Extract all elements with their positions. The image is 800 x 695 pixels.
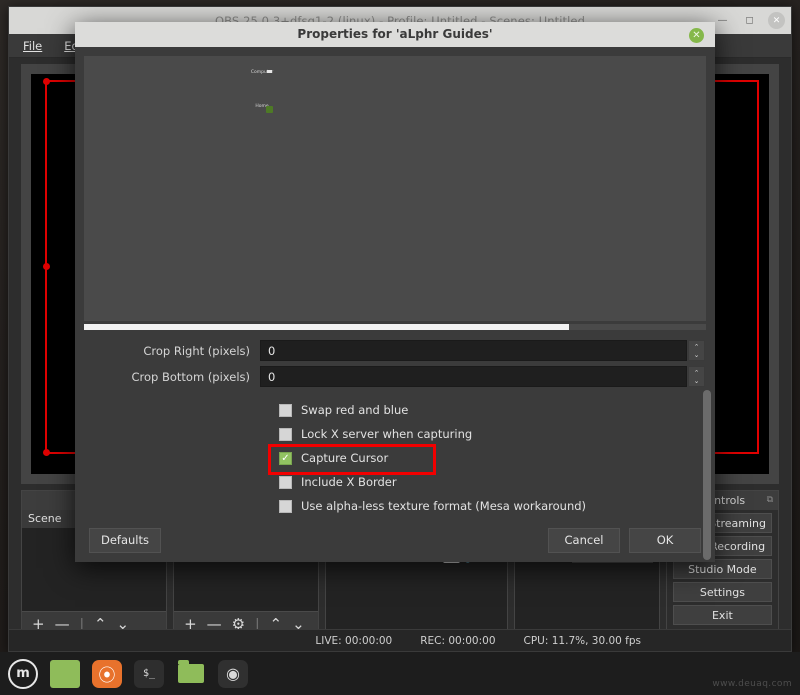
stepper-down-icon[interactable]: ⌄ xyxy=(694,351,700,359)
computer-icon: Computer xyxy=(249,70,275,76)
undock-icon[interactable]: ⧉ xyxy=(767,495,773,505)
crop-bottom-label: Crop Bottom (pixels) xyxy=(131,369,250,384)
home-folder-icon: Home xyxy=(249,104,275,110)
properties-dialog: Properties for 'aLphr Guides' ✕ Computer… xyxy=(75,22,715,562)
obs-icon[interactable]: ◉ xyxy=(218,659,248,688)
dialog-title: Properties for 'aLphr Guides' xyxy=(297,27,493,42)
stepper-up-icon[interactable]: ⌃ xyxy=(694,369,700,377)
checkbox-box[interactable] xyxy=(279,499,292,513)
obs-statusbar: LIVE: 00:00:00 REC: 00:00:00 CPU: 11.7%,… xyxy=(9,629,791,651)
stepper-up-icon[interactable]: ⌃ xyxy=(694,343,700,351)
crop-bottom-stepper[interactable]: ⌃ ⌄ xyxy=(688,366,705,388)
firefox-icon[interactable]: ⦿ xyxy=(92,659,122,688)
checkbox-box[interactable] xyxy=(279,475,292,489)
checkbox-box[interactable] xyxy=(279,403,292,417)
minimize-icon[interactable]: — xyxy=(714,12,731,29)
menu-file-label: File xyxy=(23,38,43,53)
status-rec: REC: 00:00:00 xyxy=(420,634,496,647)
taskbar: m ⦿ $_ ◉ xyxy=(0,652,800,695)
dialog-footer: Defaults Cancel OK xyxy=(75,518,715,562)
exit-button[interactable]: Exit xyxy=(672,605,773,625)
dialog-source-preview: Computer Home xyxy=(84,55,706,321)
checkbox-include-x-border[interactable]: Include X Border xyxy=(279,470,705,494)
resize-handle-top-left[interactable] xyxy=(43,78,50,85)
dialog-close-icon[interactable]: ✕ xyxy=(689,28,704,43)
checkbox-capture-cursor[interactable]: ✓ Capture Cursor xyxy=(268,444,705,476)
checkbox-swap-red-and-blue[interactable]: Swap red and blue xyxy=(279,398,705,422)
settings-button[interactable]: Settings xyxy=(672,582,773,602)
crop-bottom-input[interactable]: 0 xyxy=(260,366,687,388)
close-icon[interactable]: ✕ xyxy=(768,12,785,29)
maximize-icon[interactable]: ◻ xyxy=(741,12,758,29)
checkbox-box[interactable] xyxy=(279,427,292,441)
status-live: LIVE: 00:00:00 xyxy=(315,634,393,647)
menu-file[interactable]: File xyxy=(23,39,42,53)
crop-bottom-row: Crop Bottom (pixels) 0 ⌃ ⌄ xyxy=(75,364,705,389)
scrollbar-thumb[interactable] xyxy=(703,390,711,561)
cancel-button[interactable]: Cancel xyxy=(548,527,620,553)
mint-menu-icon[interactable]: m xyxy=(8,658,38,689)
checkbox-label: Capture Cursor xyxy=(301,451,389,466)
dialog-vertical-scrollbar[interactable] xyxy=(703,390,711,561)
dialog-form: Crop Right (pixels) 0 ⌃ ⌄ Crop Bottom (pi… xyxy=(75,338,715,561)
status-cpu: CPU: 11.7%, 30.00 fps xyxy=(523,634,641,647)
screen: OBS 25.0.3+dfsg1-2 (linux) - Profile: Un… xyxy=(0,0,800,695)
crop-right-label: Crop Right (pixels) xyxy=(143,343,250,358)
checkbox-alpha-less-texture[interactable]: Use alpha-less texture format (Mesa work… xyxy=(279,494,705,518)
crop-right-input[interactable]: 0 xyxy=(260,340,687,362)
stepper-down-icon[interactable]: ⌄ xyxy=(694,377,700,385)
checkbox-box[interactable]: ✓ xyxy=(279,451,292,465)
dialog-titlebar: Properties for 'aLphr Guides' ✕ xyxy=(75,22,715,47)
window-controls: — ◻ ✕ xyxy=(714,7,785,34)
defaults-button[interactable]: Defaults xyxy=(89,527,161,553)
watermark: www.deuaq.com xyxy=(712,679,792,689)
checkbox-lock-x-server[interactable]: Lock X server when capturing xyxy=(279,422,705,446)
terminal-icon[interactable]: $_ xyxy=(134,659,164,688)
checkbox-group: Swap red and blue Lock X server when cap… xyxy=(75,398,705,518)
checkbox-label: Use alpha-less texture format (Mesa work… xyxy=(301,499,587,514)
checkbox-label: Swap red and blue xyxy=(301,403,409,418)
studio-mode-button[interactable]: Studio Mode xyxy=(672,559,773,579)
file-manager-icon[interactable] xyxy=(50,659,80,688)
scrollbar-thumb[interactable] xyxy=(84,323,570,331)
crop-right-stepper[interactable]: ⌃ ⌄ xyxy=(688,340,705,362)
ok-button[interactable]: OK xyxy=(629,527,701,553)
crop-right-row: Crop Right (pixels) 0 ⌃ ⌄ xyxy=(75,338,705,363)
folder-icon[interactable] xyxy=(176,660,206,688)
taskbar-icons: m ⦿ $_ ◉ xyxy=(0,658,248,689)
checkbox-label: Lock X server when capturing xyxy=(301,427,473,442)
dialog-horizontal-scrollbar[interactable] xyxy=(84,323,706,331)
checkbox-label: Include X Border xyxy=(301,475,397,490)
folder-icon-glyph xyxy=(178,660,204,683)
resize-handle-bottom-left[interactable] xyxy=(43,449,50,456)
resize-handle-middle-left[interactable] xyxy=(43,263,50,270)
